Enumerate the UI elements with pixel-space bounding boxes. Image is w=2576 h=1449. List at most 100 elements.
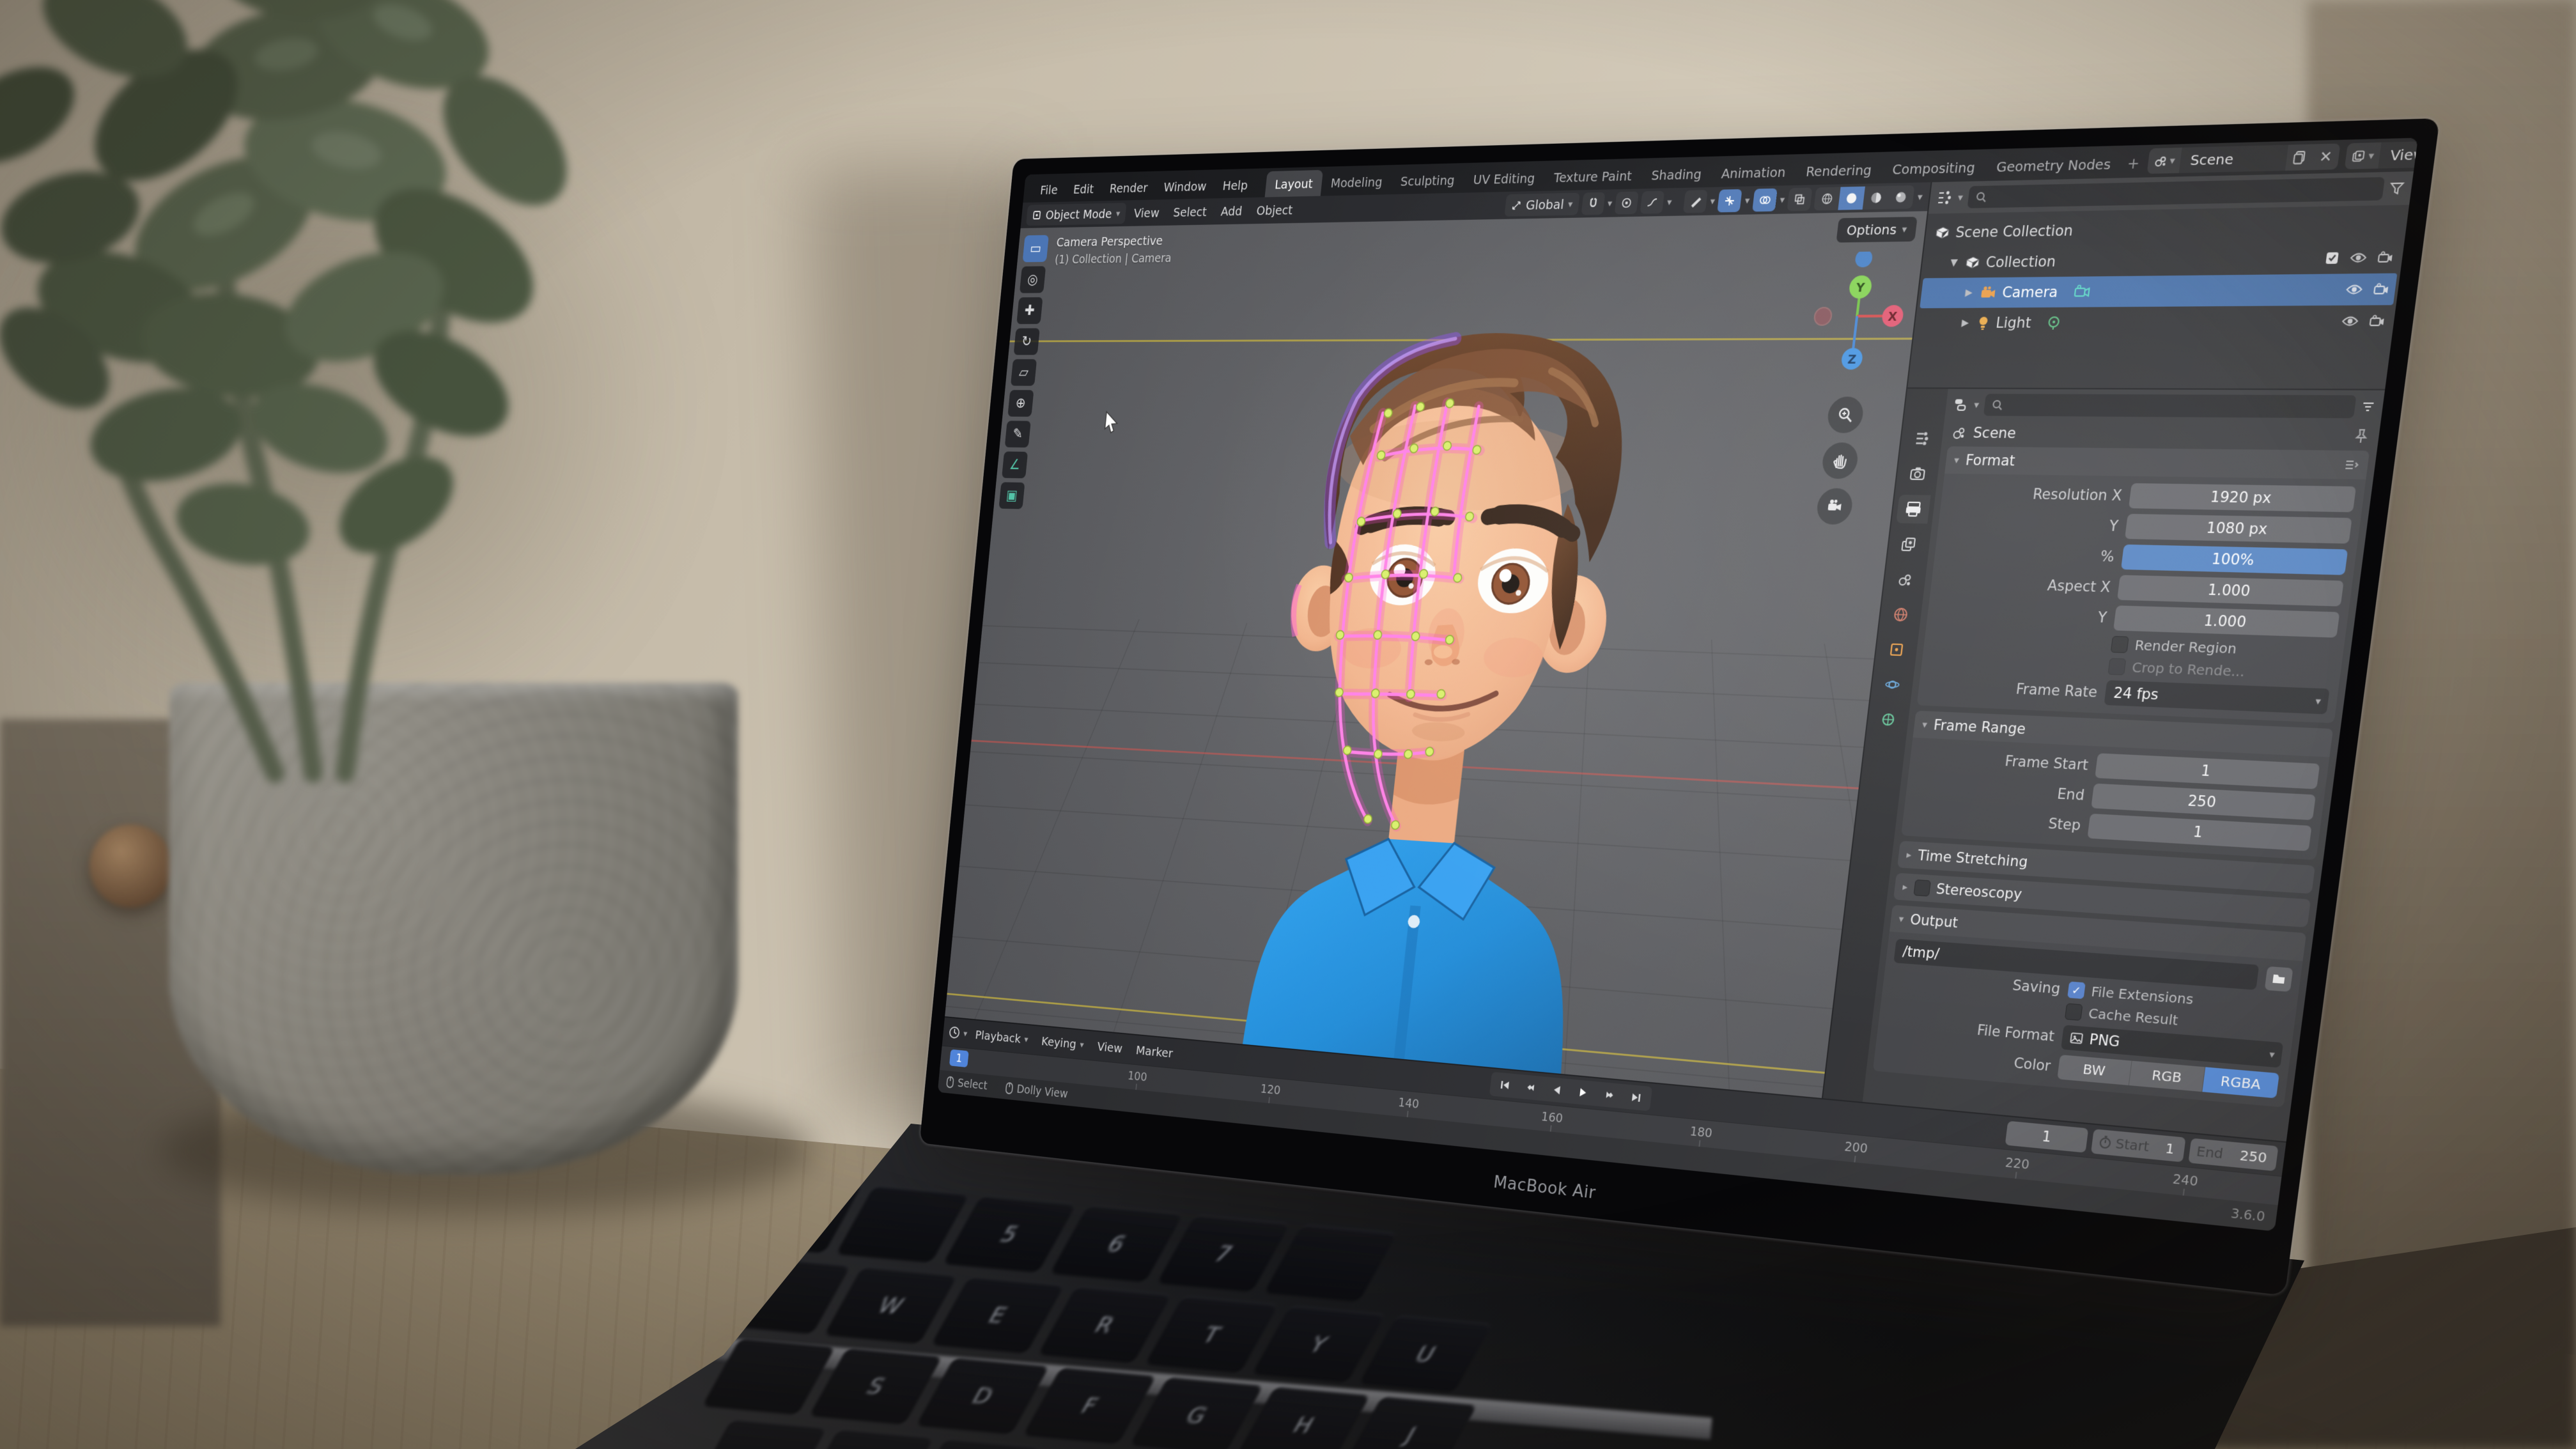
shading-wireframe-button[interactable]	[1814, 187, 1841, 211]
viewlayer-name-field[interactable]: ViewLayer	[2378, 139, 2418, 168]
snap-options-dropdown[interactable]: ▾	[1607, 198, 1613, 208]
tool-move-button[interactable]: ✚	[1016, 297, 1043, 324]
frame-start-field[interactable]: 1	[2095, 753, 2320, 789]
tab-render-properties[interactable]	[1900, 460, 1935, 488]
new-scene-button[interactable]	[2285, 144, 2315, 171]
axis-gizmo[interactable]: Y X Z	[1801, 251, 1913, 387]
tab-compositing[interactable]: Compositing	[1881, 153, 1987, 183]
show-overlays-toggle[interactable]	[1752, 189, 1778, 212]
tab-modeling[interactable]: Modeling	[1321, 168, 1393, 196]
render-visibility-camera-icon[interactable]	[2372, 283, 2390, 296]
proportional-falloff-button[interactable]	[1640, 191, 1664, 214]
jump-to-start-button[interactable]	[1492, 1073, 1519, 1097]
menu-help[interactable]: Help	[1214, 173, 1256, 199]
jump-to-end-button[interactable]	[1622, 1085, 1650, 1110]
frame-step-field[interactable]: 1	[2087, 814, 2311, 851]
menu-file[interactable]: File	[1032, 177, 1066, 202]
timeline-menu-view[interactable]: View	[1091, 1035, 1129, 1059]
resolution-y-field[interactable]: 1080 px	[2125, 514, 2352, 544]
tab-sculpting[interactable]: Sculpting	[1390, 166, 1466, 194]
shading-rendered-button[interactable]	[1888, 185, 1915, 209]
scene-icon[interactable]: ▾	[2147, 153, 2182, 168]
resolution-percent-slider[interactable]: 100%	[2121, 545, 2348, 575]
timeline-editor-icon[interactable]	[948, 1025, 961, 1041]
close-scene-icon[interactable]: ✕	[2311, 143, 2341, 170]
tab-object-properties[interactable]	[1879, 635, 1914, 664]
timeline-menu-playback[interactable]: Playback▾	[969, 1024, 1034, 1050]
character-model[interactable]	[1096, 278, 1774, 1098]
cache-result-checkbox[interactable]	[2065, 1003, 2083, 1021]
render-region-checkbox[interactable]	[2111, 636, 2129, 653]
tab-uv-editing[interactable]: UV Editing	[1463, 164, 1546, 193]
timeline-menu-keying[interactable]: Keying▾	[1036, 1030, 1090, 1055]
add-workspace-button[interactable]: +	[2120, 149, 2147, 178]
tool-rotate-button[interactable]: ↻	[1014, 328, 1040, 355]
tab-viewlayer-properties[interactable]	[1892, 530, 1927, 559]
playhead[interactable]: 1	[949, 1050, 969, 1067]
transform-orientation-dropdown[interactable]: Global ▾	[1505, 193, 1580, 217]
start-frame-field[interactable]: Start1	[2091, 1129, 2185, 1162]
outliner-search-input[interactable]	[1967, 177, 2385, 208]
filter-icon[interactable]	[2360, 399, 2377, 414]
expand-arrow-icon[interactable]: ▼	[1948, 257, 1960, 268]
pin-icon[interactable]	[2353, 428, 2370, 444]
properties-search-input[interactable]	[1983, 394, 2356, 418]
mode-dropdown[interactable]: Object Mode ▾	[1026, 203, 1126, 226]
timeline-menu-marker[interactable]: Marker	[1129, 1039, 1179, 1064]
tool-select-box-button[interactable]: ▭	[1023, 235, 1049, 263]
eye-icon[interactable]	[2345, 283, 2364, 297]
snap-magnet-toggle[interactable]	[1581, 192, 1605, 215]
checkbox-icon[interactable]	[2324, 251, 2341, 265]
options-button[interactable]: Options ▾	[1836, 217, 1918, 242]
tool-transform-button[interactable]: ⊕	[1007, 390, 1034, 417]
open-folder-button[interactable]	[2265, 966, 2293, 992]
color-rgba-button[interactable]: RGBA	[2202, 1067, 2279, 1098]
crop-to-render-checkbox[interactable]	[2107, 658, 2126, 676]
properties-editor-icon[interactable]	[1952, 397, 1970, 412]
selectability-filter-button[interactable]	[1683, 190, 1708, 213]
tab-layout[interactable]: Layout	[1265, 170, 1323, 198]
eye-icon[interactable]	[2348, 251, 2368, 265]
resolution-x-field[interactable]: 1920 px	[2129, 483, 2356, 512]
aspect-x-field[interactable]: 1.000	[2117, 575, 2344, 607]
zoom-button[interactable]	[1826, 396, 1865, 433]
show-gizmo-toggle[interactable]	[1718, 189, 1742, 212]
tool-measure-button[interactable]: ∠	[1002, 451, 1028, 478]
proportional-editing-toggle[interactable]	[1615, 192, 1639, 215]
tab-geometry-nodes[interactable]: Geometry Nodes	[1984, 149, 2124, 181]
shading-material-button[interactable]	[1863, 186, 1890, 210]
viewport-canvas[interactable]: ▭ ◎ ✚ ↻ ▱ ⊕ ✎ ∠ ▣ Camera Perspective	[945, 211, 1927, 1098]
next-keyframe-button[interactable]	[1595, 1083, 1623, 1107]
frame-end-field[interactable]: 250	[2091, 784, 2316, 821]
outliner-row-collection[interactable]: ▼ Collection	[1923, 241, 2401, 278]
tab-scene-properties[interactable]	[1888, 565, 1922, 594]
playhead-frame-tag[interactable]: 1	[949, 1050, 969, 1067]
tool-cursor-button[interactable]: ◎	[1020, 266, 1046, 293]
tab-world-properties[interactable]	[1884, 600, 1918, 630]
shading-solid-button[interactable]	[1838, 187, 1866, 210]
preset-menu-icon[interactable]	[2344, 459, 2360, 470]
overlays-dropdown[interactable]: ▾	[1780, 194, 1785, 205]
outliner-row-camera[interactable]: ▶ Camera	[1920, 273, 2397, 308]
expand-arrow-icon[interactable]: ▶	[1963, 287, 1975, 298]
tool-annotate-button[interactable]: ✎	[1005, 421, 1031, 447]
color-bw-button[interactable]: BW	[2057, 1055, 2132, 1085]
falloff-dropdown[interactable]: ▾	[1666, 197, 1672, 207]
render-visibility-camera-icon[interactable]	[2377, 251, 2394, 264]
frame-rate-dropdown[interactable]: 24 fps▾	[2104, 680, 2329, 714]
pan-hand-button[interactable]	[1820, 442, 1859, 479]
outliner-row-light[interactable]: ▶ Light	[1916, 305, 2393, 338]
tab-rendering[interactable]: Rendering	[1794, 155, 1884, 185]
shading-dropdown[interactable]: ▾	[1917, 192, 1923, 202]
play-button[interactable]	[1569, 1081, 1597, 1105]
eye-icon[interactable]	[2341, 314, 2360, 327]
viewport-menu-view[interactable]: View	[1128, 202, 1166, 224]
viewport-menu-select[interactable]: Select	[1167, 201, 1213, 223]
render-visibility-camera-icon[interactable]	[2368, 314, 2386, 327]
filter-icon[interactable]	[2388, 181, 2405, 196]
file-extensions-checkbox[interactable]: ✓	[2067, 981, 2086, 998]
tool-scale-button[interactable]: ▱	[1011, 359, 1037, 386]
tab-data-properties[interactable]	[1871, 705, 1905, 734]
tab-physics-properties[interactable]	[1875, 670, 1910, 699]
tab-texture-paint[interactable]: Texture Paint	[1543, 162, 1643, 191]
